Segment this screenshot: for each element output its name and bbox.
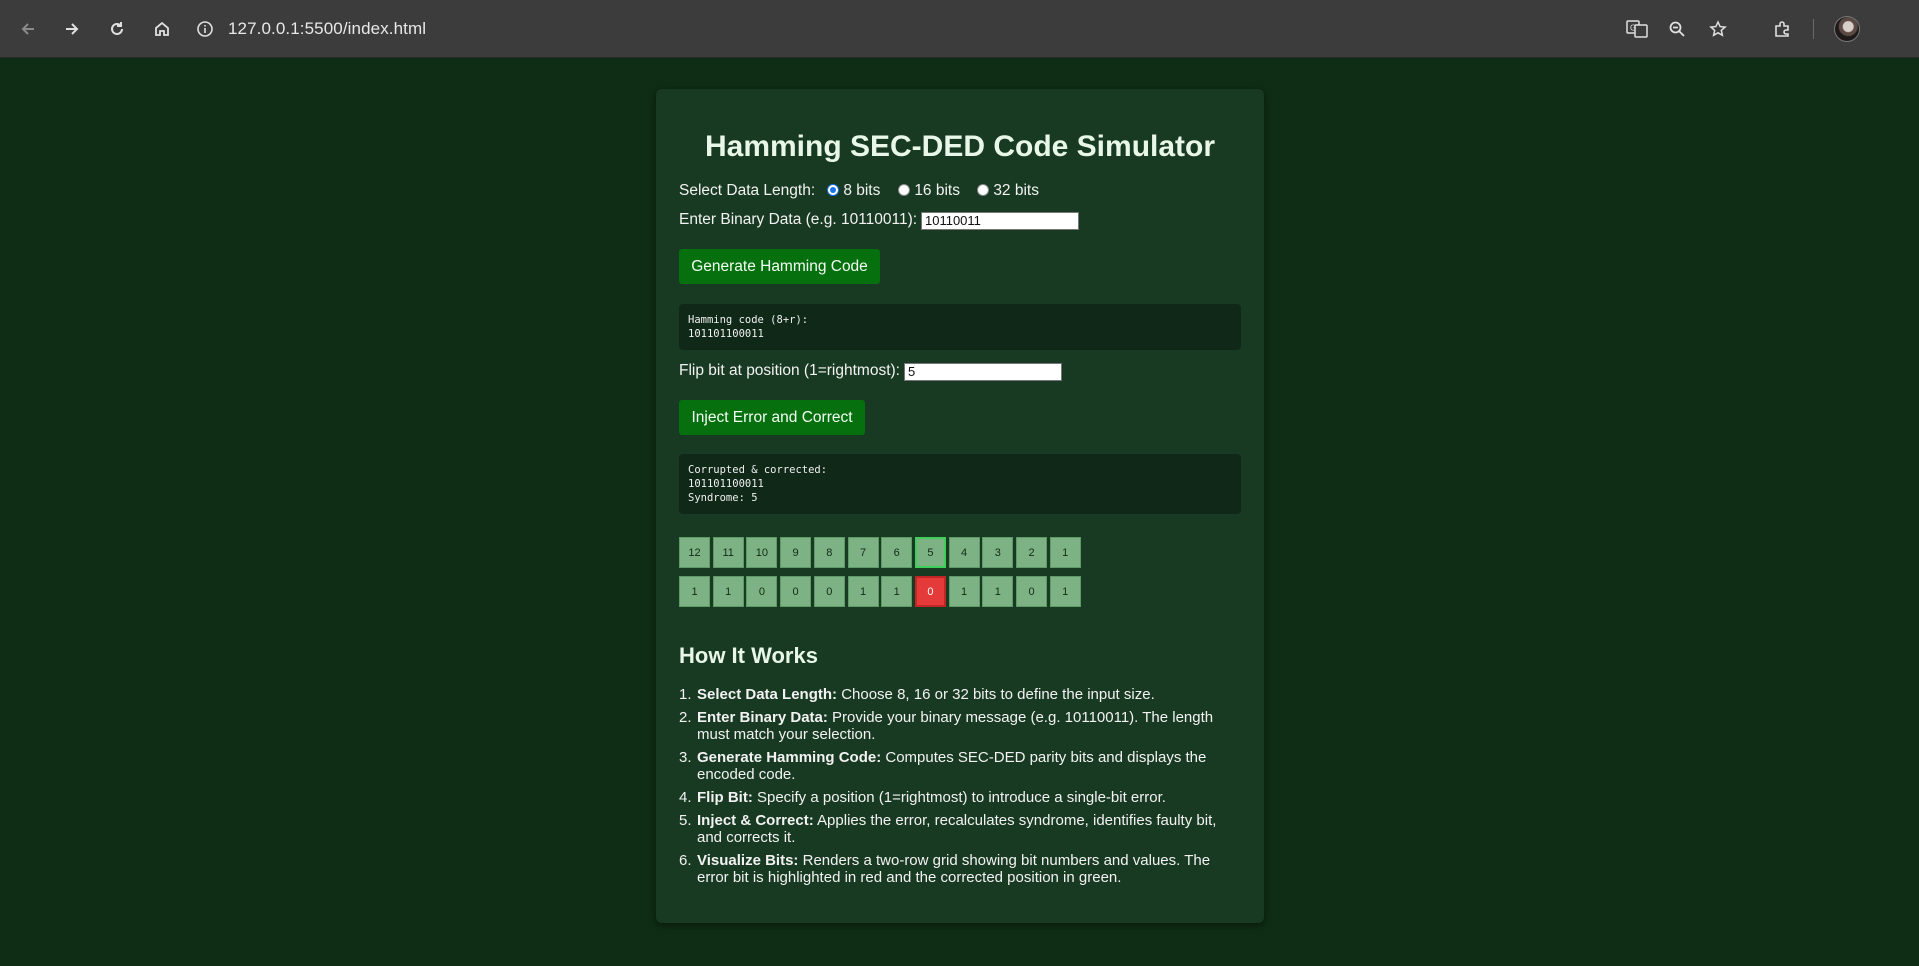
step-number: 6. <box>679 852 692 869</box>
bit-value-cell: 0 <box>813 576 845 607</box>
bit-position-cell: 2 <box>1016 537 1047 568</box>
bit-position-cell: 10 <box>746 537 778 568</box>
address-bar[interactable]: 127.0.0.1:5500/index.html <box>196 12 426 46</box>
binary-data-label: Enter Binary Data (e.g. 10110011): <box>679 211 918 228</box>
bit-value-cell: 1 <box>982 576 1014 607</box>
binary-data-input[interactable]: 10110011 <box>921 212 1079 230</box>
radio-8-bits[interactable] <box>827 184 839 196</box>
bit-value-cell: 1 <box>847 576 879 607</box>
bit-position-cell: 12 <box>679 537 710 568</box>
svg-text:G: G <box>1630 24 1636 33</box>
step-title: Enter Binary Data: <box>697 709 828 726</box>
step-text: Specify a position (1=rightmost) to intr… <box>752 789 1166 806</box>
step-title: Select Data Length: <box>697 686 838 703</box>
page-title: Hamming SEC-DED Code Simulator <box>704 130 1216 163</box>
inject-error-button[interactable]: Inject Error and Correct <box>679 400 865 435</box>
bit-value-cell: 1 <box>881 576 913 607</box>
step-item: 3. Generate Hamming Code: Computes SEC-DE… <box>679 749 1239 783</box>
step-number: 4. <box>679 789 692 806</box>
how-it-works-steps: 1. Select Data Length: Choose 8, 16 or 32… <box>679 686 1239 892</box>
step-item: 6. Visualize Bits: Renders a two-row grid… <box>679 852 1239 886</box>
bit-position-cell: 8 <box>813 537 845 568</box>
data-length-label: Select Data Length: <box>679 182 816 199</box>
option-8-bits[interactable]: 8 bits <box>827 182 880 200</box>
step-title: Generate Hamming Code: <box>697 749 882 766</box>
radio-32-bits[interactable] <box>977 184 989 196</box>
back-icon[interactable] <box>13 14 43 44</box>
option-16-bits[interactable]: 16 bits <box>898 182 960 200</box>
browser-toolbar: 127.0.0.1:5500/index.html G <box>0 0 1919 58</box>
bit-value-cell: 0 <box>1016 576 1047 607</box>
bit-value-cell: 1 <box>1049 576 1081 607</box>
bit-value-cell: 1 <box>712 576 744 607</box>
step-number: 2. <box>679 709 692 726</box>
reload-icon[interactable] <box>102 14 132 44</box>
translate-icon[interactable]: G <box>1622 14 1652 44</box>
step-item: 2. Enter Binary Data: Provide your binary… <box>679 709 1239 743</box>
option-32-bits[interactable]: 32 bits <box>977 182 1039 200</box>
hamming-output: Hamming code (8+r): 101101100011 <box>679 304 1241 350</box>
radio-16-bits[interactable] <box>898 184 910 196</box>
zoom-icon[interactable] <box>1662 14 1692 44</box>
step-item: 4. Flip Bit: Specify a position (1=rightm… <box>679 789 1239 806</box>
site-info-icon[interactable] <box>196 20 214 38</box>
bit-position-cell: 6 <box>881 537 913 568</box>
bit-value-cell: 1 <box>948 576 980 607</box>
bit-position-cell: 3 <box>982 537 1014 568</box>
step-title: Flip Bit: <box>697 789 753 806</box>
bit-position-cell: 9 <box>780 537 812 568</box>
bit-value-cell-error: 0 <box>914 576 946 607</box>
bit-position-cell: 11 <box>712 537 744 568</box>
step-number: 5. <box>679 812 692 829</box>
step-title: Inject & Correct: <box>697 812 814 829</box>
bookmark-star-icon[interactable] <box>1703 14 1733 44</box>
step-item: 5. Inject & Correct: Applies the error, r… <box>679 812 1239 846</box>
how-it-works-heading: How It Works <box>679 643 818 668</box>
step-number: 1. <box>679 686 692 703</box>
bit-value-cell: 0 <box>780 576 812 607</box>
extensions-icon[interactable] <box>1767 14 1797 44</box>
home-icon[interactable] <box>147 14 177 44</box>
step-title: Visualize Bits: <box>697 852 799 869</box>
corrected-output: Corrupted & corrected: 101101100011 Syndro… <box>679 454 1241 514</box>
bit-position-cell: 4 <box>948 537 980 568</box>
url-text: 127.0.0.1:5500/index.html <box>228 19 427 38</box>
bit-position-cell: 7 <box>847 537 879 568</box>
flip-bit-input[interactable]: 5 <box>904 363 1062 381</box>
profile-avatar[interactable] <box>1834 16 1860 42</box>
step-number: 3. <box>679 749 692 766</box>
forward-icon[interactable] <box>57 14 87 44</box>
step-item: 1. Select Data Length: Choose 8, 16 or 32… <box>679 686 1239 703</box>
bit-position-cell: 5 <box>914 537 946 568</box>
bit-value-cell: 1 <box>679 576 710 607</box>
step-text: Choose 8, 16 or 32 bits to define the in… <box>837 686 1155 703</box>
generate-hamming-button[interactable]: Generate Hamming Code <box>679 249 880 284</box>
bit-position-cell: 1 <box>1049 537 1081 568</box>
toolbar-divider <box>1813 19 1814 39</box>
bit-value-cell: 0 <box>746 576 778 607</box>
flip-bit-label: Flip bit at position (1=rightmost): <box>679 362 900 379</box>
